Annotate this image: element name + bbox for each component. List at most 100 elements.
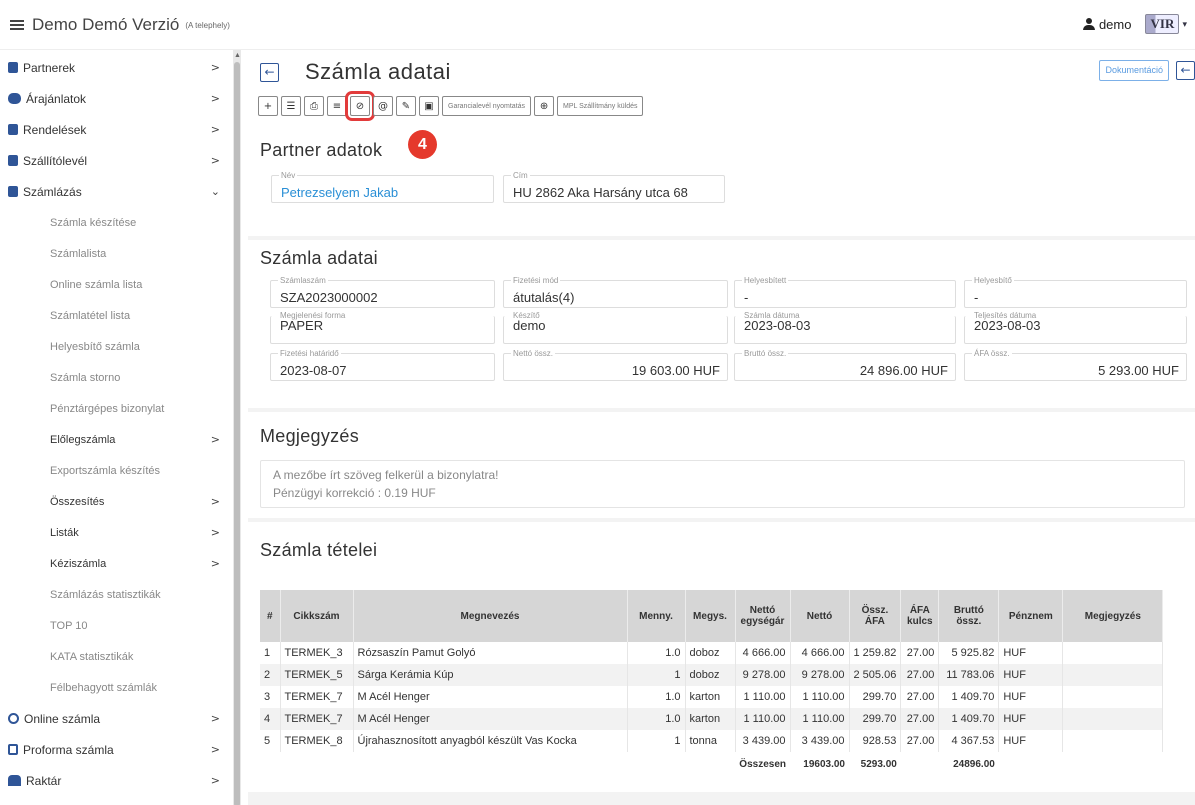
gross-total-field[interactable]: Bruttó össz. 24 896.00 HUF bbox=[734, 349, 956, 381]
table-row[interactable]: 4 TERMEK_7 M Acél Henger 1.0 karton 1 11… bbox=[260, 708, 1164, 730]
column-header[interactable]: Pénznem bbox=[998, 590, 1064, 642]
logo-badge: VIR bbox=[1145, 14, 1180, 34]
sidebar-subitem[interactable]: KATA statisztikák bbox=[0, 641, 232, 672]
sidebar-subitem-advance[interactable]: Előlegszámla > bbox=[0, 424, 232, 455]
numbered-list-icon[interactable]: ≡ bbox=[327, 96, 347, 116]
sidebar-subitem[interactable]: Online számla lista bbox=[0, 269, 232, 300]
sidebar-item-proforma[interactable]: Proforma számla > bbox=[0, 734, 232, 765]
display-form-field[interactable]: Megjelenési forma PAPER bbox=[270, 311, 495, 344]
back-button-right[interactable]: ← bbox=[1176, 61, 1195, 80]
sidebar-item-quotes[interactable]: Árajánlatok > bbox=[0, 83, 232, 114]
sidebar-item-delivery-notes[interactable]: Szállítólevél > bbox=[0, 145, 232, 176]
fulfilment-date-field[interactable]: Teljesítés dátuma 2023-08-03 bbox=[964, 311, 1187, 344]
net-total-field[interactable]: Nettó össz. 19 603.00 HUF bbox=[503, 349, 728, 381]
warranty-print-button[interactable]: Garancialevél nyomtatás bbox=[442, 96, 532, 116]
partner-name-link[interactable]: Petrezselyem Jakab bbox=[281, 185, 398, 200]
sidebar-item-label: Rendelések bbox=[23, 122, 87, 137]
sidebar-item-partners[interactable]: Partnerek > bbox=[0, 52, 232, 83]
cancel-storno-icon[interactable]: ⊘ bbox=[345, 91, 375, 121]
sidebar-subitem[interactable]: Pénztárgépes bizonylat bbox=[0, 393, 232, 424]
sidebar-item-label: Raktár bbox=[26, 773, 62, 788]
invoice-number-field[interactable]: Számlaszám SZA2023000002 bbox=[270, 276, 495, 308]
cell: tonna bbox=[685, 730, 736, 752]
due-date-field[interactable]: Fizetési határidő 2023-08-07 bbox=[270, 349, 495, 381]
column-header[interactable]: Cikkszám bbox=[280, 590, 354, 642]
field-label: ÁFA össz. bbox=[972, 349, 1012, 358]
scroll-up-icon[interactable]: ▲ bbox=[234, 52, 241, 59]
list-icon[interactable]: ☰ bbox=[281, 96, 301, 116]
chevron-down-icon: ⌄ bbox=[210, 185, 220, 198]
add-button[interactable]: + bbox=[258, 96, 278, 116]
cell bbox=[260, 752, 735, 776]
corrected-field[interactable]: Helyesbített - bbox=[734, 276, 956, 308]
vat-total-field[interactable]: ÁFA össz. 5 293.00 HUF bbox=[964, 349, 1187, 381]
table-row[interactable]: 1 TERMEK_3 Rózsaszín Pamut Golyó 1.0 dob… bbox=[260, 642, 1164, 664]
sidebar-subitem-lists[interactable]: Listák > bbox=[0, 517, 232, 548]
column-header[interactable]: Megys. bbox=[685, 590, 736, 642]
column-header[interactable]: # bbox=[260, 590, 281, 642]
sidebar-item-invoicing[interactable]: Számlázás ⌄ bbox=[0, 176, 232, 207]
sidebar-subitem[interactable]: Exportszámla készítés bbox=[0, 455, 232, 486]
corrector-field[interactable]: Helyesbítő - bbox=[964, 276, 1187, 308]
chevron-right-icon: > bbox=[210, 743, 220, 756]
invoice-date-field[interactable]: Számla dátuma 2023-08-03 bbox=[734, 311, 956, 344]
pencil-icon[interactable]: ✎ bbox=[396, 96, 416, 116]
column-header[interactable]: Nettó egységár bbox=[735, 590, 791, 642]
invoice-section-title: Számla adatai bbox=[260, 248, 378, 268]
sidebar-item-online-invoice[interactable]: Online számla > bbox=[0, 703, 232, 734]
table-row[interactable]: 3 TERMEK_7 M Acél Henger 1.0 karton 1 11… bbox=[260, 686, 1164, 708]
creator-field[interactable]: Készítő demo bbox=[503, 311, 728, 344]
back-button[interactable]: ← bbox=[260, 63, 279, 82]
cell: 9 278.00 bbox=[790, 664, 850, 686]
note-textarea[interactable]: A mezőbe írt szöveg felkerül a bizonylat… bbox=[260, 460, 1185, 508]
cell: 1 110.00 bbox=[735, 686, 791, 708]
sidebar-subitem[interactable]: Számlalista bbox=[0, 238, 232, 269]
field-value: - bbox=[744, 290, 749, 305]
mpl-send-button[interactable]: MPL Szállítmány küldés bbox=[557, 96, 644, 116]
sidebar-item-label: Árajánlatok bbox=[26, 91, 87, 106]
sidebar-scrollbar[interactable]: ▲ bbox=[233, 50, 241, 805]
scrollbar-thumb[interactable] bbox=[234, 62, 240, 805]
field-value: PAPER bbox=[280, 318, 324, 333]
cell: 1 259.82 bbox=[849, 642, 902, 664]
sidebar-subitem[interactable]: Számlázás statisztikák bbox=[0, 579, 232, 610]
sidebar-subitem[interactable]: Helyesbítő számla bbox=[0, 331, 232, 362]
column-header[interactable]: Menny. bbox=[627, 590, 686, 642]
column-header[interactable]: Nettó bbox=[790, 590, 850, 642]
sidebar-subitem[interactable]: Számla készítése bbox=[0, 207, 232, 238]
clipboard-icon bbox=[8, 155, 18, 166]
sidebar-subitem[interactable]: Félbehagyott számlák bbox=[0, 672, 232, 703]
documentation-button[interactable]: Dokumentáció bbox=[1099, 60, 1169, 81]
sidebar-item-orders[interactable]: Rendelések > bbox=[0, 114, 232, 145]
sidebar-subitem-summary[interactable]: Összesítés > bbox=[0, 486, 232, 517]
app-logo[interactable]: VIR ▾ bbox=[1145, 14, 1187, 34]
table-row[interactable]: 2 TERMEK_5 Sárga Kerámia Kúp 1 doboz 9 2… bbox=[260, 664, 1164, 686]
column-header[interactable]: ÁFA kulcs bbox=[900, 590, 940, 642]
field-value: demo bbox=[513, 318, 546, 333]
partner-address-field[interactable]: Cím HU 2862 Aka Harsány utca 68 bbox=[503, 171, 725, 203]
cell: TERMEK_8 bbox=[280, 730, 354, 752]
table-row[interactable]: 5 TERMEK_8 Újrahasznosított anyagból kés… bbox=[260, 730, 1164, 752]
print-icon[interactable]: ⎙ bbox=[304, 96, 324, 116]
sidebar-item-warehouse[interactable]: Raktár > bbox=[0, 765, 232, 796]
cell: M Acél Henger bbox=[353, 686, 628, 708]
at-sign-icon[interactable]: @ bbox=[373, 96, 393, 116]
partner-name-field[interactable]: Név Petrezselyem Jakab bbox=[271, 171, 494, 203]
menu-icon[interactable] bbox=[10, 19, 24, 30]
sidebar-subitem[interactable]: Számla storno bbox=[0, 362, 232, 393]
sidebar-subitem[interactable]: TOP 10 bbox=[0, 610, 232, 641]
sidebar-subitem-manual-invoice[interactable]: Kéziszámla > bbox=[0, 548, 232, 579]
payment-method-field[interactable]: Fizetési mód átutalás(4) bbox=[503, 276, 728, 308]
image-icon[interactable]: ▣ bbox=[419, 96, 439, 116]
app-title[interactable]: Demo Demó Verzió bbox=[32, 15, 179, 35]
globe-icon[interactable]: ⊕ bbox=[534, 96, 555, 116]
sidebar-subitem[interactable]: Számlatétel lista bbox=[0, 300, 232, 331]
user-menu[interactable]: demo bbox=[1082, 17, 1131, 32]
column-header[interactable]: Megjegyzés bbox=[1062, 590, 1164, 642]
cell: 5 925.82 bbox=[938, 642, 1000, 664]
column-header[interactable]: Bruttó össz. bbox=[938, 590, 1000, 642]
column-header[interactable]: Össz. ÁFA bbox=[849, 590, 902, 642]
field-value: SZA2023000002 bbox=[280, 290, 378, 305]
column-header[interactable]: Megnevezés bbox=[353, 590, 628, 642]
page-title: Számla adatai bbox=[305, 59, 451, 84]
